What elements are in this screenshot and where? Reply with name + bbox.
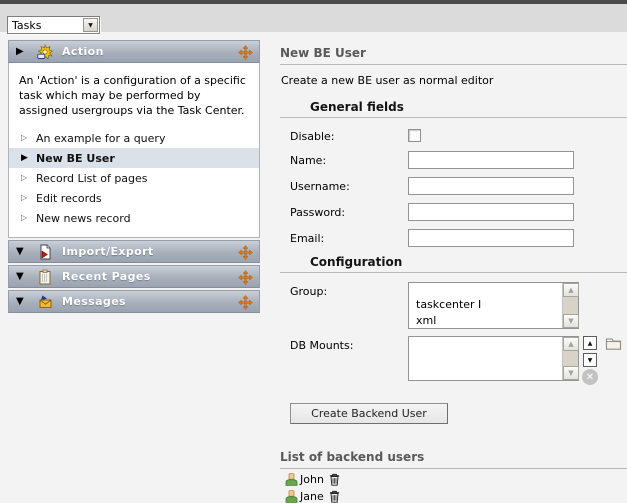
collapse-arrow-icon[interactable]: ▼ bbox=[16, 272, 32, 282]
form-row-db-mounts: DB Mounts: ▲ ▼ ▲ ▼ ✕ bbox=[290, 336, 627, 381]
module-select-value: Tasks bbox=[8, 19, 83, 32]
action-item[interactable]: ▷ New news record bbox=[9, 208, 259, 228]
item-arrow-icon: ▷ bbox=[21, 134, 36, 142]
recent-pages-icon bbox=[37, 269, 53, 285]
module-toolbar: Tasks ▼ bbox=[0, 4, 627, 32]
group-listbox[interactable]: taskcenter I xml ▲ ▼ bbox=[408, 282, 579, 329]
email-label: Email: bbox=[290, 229, 408, 245]
messages-icon bbox=[37, 294, 53, 310]
db-mounts-listbox[interactable]: ▲ ▼ bbox=[408, 336, 579, 381]
action-item-selected[interactable]: ▶ New BE User bbox=[9, 148, 259, 168]
panel-header-import-export[interactable]: ▼ Import/Export bbox=[8, 240, 260, 263]
create-backend-user-button[interactable]: Create Backend User bbox=[290, 403, 448, 424]
form-row-disable: Disable: bbox=[290, 127, 627, 143]
scroll-up-icon[interactable]: ▲ bbox=[563, 337, 579, 351]
delete-user-icon[interactable] bbox=[329, 490, 340, 503]
action-item[interactable]: ▷ An example for a query bbox=[9, 128, 259, 148]
username-field[interactable] bbox=[408, 177, 574, 195]
page-title: New BE User bbox=[280, 46, 627, 60]
action-item[interactable]: ▷ Edit records bbox=[9, 188, 259, 208]
section-divider bbox=[280, 117, 627, 118]
users-divider bbox=[280, 468, 627, 469]
password-label: Password: bbox=[290, 203, 408, 219]
user-icon bbox=[285, 473, 298, 486]
form-row-password: Password: bbox=[290, 203, 627, 221]
collapse-arrow-icon[interactable]: ▼ bbox=[16, 247, 32, 257]
task-sidebar: ▶ Action An 'Action' is a configuration … bbox=[8, 40, 260, 313]
action-item-label: New BE User bbox=[36, 152, 115, 165]
form-row-name: Name: bbox=[290, 151, 627, 169]
group-option[interactable]: taskcenter I bbox=[416, 297, 578, 313]
form-row-email: Email: bbox=[290, 229, 627, 247]
move-panel-icon[interactable] bbox=[238, 45, 253, 60]
item-arrow-icon: ▶ bbox=[21, 154, 36, 163]
user-icon bbox=[285, 490, 298, 503]
name-label: Name: bbox=[290, 151, 408, 167]
backend-user-name: John bbox=[300, 473, 324, 486]
chevron-down-icon[interactable]: ▼ bbox=[83, 18, 98, 32]
action-panel-body: An 'Action' is a configuration of a spec… bbox=[8, 63, 260, 238]
collapse-arrow-icon[interactable]: ▼ bbox=[16, 297, 32, 307]
item-arrow-icon: ▷ bbox=[21, 214, 36, 222]
db-mounts-label: DB Mounts: bbox=[290, 336, 408, 352]
panel-header-action[interactable]: ▶ Action bbox=[8, 40, 260, 63]
move-item-down-button[interactable]: ▼ bbox=[583, 353, 597, 367]
panel-header-messages[interactable]: ▼ Messages bbox=[8, 290, 260, 313]
title-divider bbox=[280, 64, 627, 65]
expand-arrow-icon[interactable]: ▶ bbox=[16, 47, 32, 57]
action-item-label: Record List of pages bbox=[36, 172, 148, 185]
panel-title: Action bbox=[62, 45, 104, 58]
taskcenter-icon bbox=[37, 44, 53, 60]
item-arrow-icon: ▷ bbox=[21, 194, 36, 202]
item-arrow-icon: ▷ bbox=[21, 174, 36, 182]
backend-user-row: Jane bbox=[285, 489, 627, 503]
move-panel-icon[interactable] bbox=[238, 245, 253, 260]
action-description: An 'Action' is a configuration of a spec… bbox=[19, 73, 247, 118]
group-option[interactable]: xml bbox=[416, 313, 578, 329]
action-item-label: New news record bbox=[36, 212, 131, 225]
backend-users-heading: List of backend users bbox=[280, 450, 627, 464]
name-field[interactable] bbox=[408, 151, 574, 169]
page-subtitle: Create a new BE user as normal editor bbox=[281, 74, 627, 87]
db-mounts-scrollbar[interactable]: ▲ ▼ bbox=[562, 337, 578, 380]
move-item-up-button[interactable]: ▲ bbox=[583, 336, 597, 350]
password-field[interactable] bbox=[408, 203, 574, 221]
group-scrollbar[interactable]: ▲ ▼ bbox=[562, 283, 578, 328]
delete-user-icon[interactable] bbox=[329, 473, 340, 486]
module-select[interactable]: Tasks ▼ bbox=[7, 16, 100, 34]
action-item-label: An example for a query bbox=[36, 132, 165, 145]
email-field[interactable] bbox=[408, 229, 574, 247]
action-item-label: Edit records bbox=[36, 192, 102, 205]
scroll-down-icon[interactable]: ▼ bbox=[563, 366, 579, 380]
scroll-up-icon[interactable]: ▲ bbox=[563, 283, 579, 297]
section-heading-general: General fields bbox=[310, 100, 627, 114]
backend-user-name: Jane bbox=[300, 490, 324, 503]
remove-item-icon[interactable]: ✕ bbox=[582, 369, 598, 385]
panel-title: Messages bbox=[62, 295, 126, 308]
task-content: New BE User Create a new BE user as norm… bbox=[280, 40, 627, 503]
panel-title: Recent Pages bbox=[62, 270, 151, 283]
import-export-icon bbox=[37, 244, 53, 260]
disable-checkbox[interactable] bbox=[408, 129, 421, 142]
form-row-username: Username: bbox=[290, 177, 627, 195]
panel-header-recent-pages[interactable]: ▼ Recent Pages bbox=[8, 265, 260, 288]
action-item[interactable]: ▷ Record List of pages bbox=[9, 168, 259, 188]
panel-title: Import/Export bbox=[62, 245, 154, 258]
username-label: Username: bbox=[290, 177, 408, 193]
backend-user-row: John bbox=[285, 472, 627, 486]
move-panel-icon[interactable] bbox=[238, 295, 253, 310]
move-panel-icon[interactable] bbox=[238, 270, 253, 285]
section-heading-configuration: Configuration bbox=[310, 255, 627, 269]
browse-folder-icon[interactable] bbox=[605, 336, 622, 351]
disable-label: Disable: bbox=[290, 127, 408, 143]
form-row-group: Group: taskcenter I xml ▲ ▼ bbox=[290, 282, 627, 329]
group-label: Group: bbox=[290, 282, 408, 298]
section-divider bbox=[280, 272, 627, 273]
scroll-down-icon[interactable]: ▼ bbox=[563, 314, 579, 328]
